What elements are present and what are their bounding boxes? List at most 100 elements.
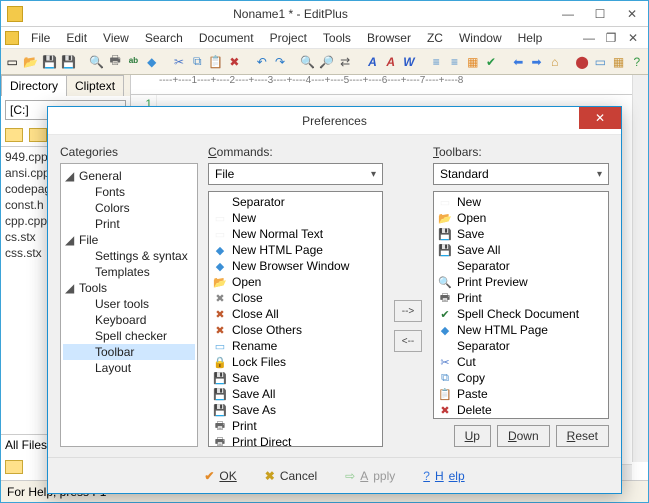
browser-home-icon[interactable]: ⌂ <box>548 53 562 70</box>
undo-icon[interactable]: ↶ <box>255 53 269 70</box>
new-icon[interactable]: ▭ <box>5 53 19 70</box>
tree-item-toolbar[interactable]: Toolbar <box>63 344 195 360</box>
list-item[interactable]: ◆New HTML Page <box>209 242 382 258</box>
mdi-restore-button[interactable]: ❐ <box>600 29 622 47</box>
tab-directory[interactable]: Directory <box>1 75 67 96</box>
ok-button[interactable]: ✔OK <box>204 469 236 483</box>
tree-item-user-tools[interactable]: User tools <box>63 296 195 312</box>
paste-icon[interactable]: 📋 <box>208 53 223 70</box>
indent-icon[interactable]: ≡ <box>429 53 443 70</box>
menu-document[interactable]: Document <box>191 29 262 47</box>
wordwrap-icon[interactable]: W <box>402 53 416 70</box>
tree-item-layout[interactable]: Layout <box>63 360 195 376</box>
up-button[interactable]: Up <box>454 425 491 447</box>
print-icon[interactable]: 🖶 <box>108 53 122 70</box>
list-item[interactable]: 💾Save All <box>209 386 382 402</box>
tree-item-general[interactable]: ◢General <box>63 168 195 184</box>
print-preview-icon[interactable]: 🔍 <box>89 53 104 70</box>
tool4-icon[interactable]: ? <box>630 53 644 70</box>
list-item[interactable]: ◆New HTML Page <box>434 322 608 338</box>
apply-button[interactable]: ⇨Apply <box>345 469 395 483</box>
list-item[interactable]: Separator <box>209 194 382 210</box>
tree-item-print[interactable]: Print <box>63 216 195 232</box>
spellcheck-icon[interactable]: ᵃᵇ <box>126 53 140 70</box>
replace-icon[interactable]: ⇄ <box>338 53 352 70</box>
mdi-close-button[interactable]: ✕ <box>622 29 644 47</box>
tree-item-templates[interactable]: Templates <box>63 264 195 280</box>
cut-icon[interactable]: ✂ <box>172 53 186 70</box>
list-item[interactable]: 💾Save <box>434 226 608 242</box>
commands-list[interactable]: Separator▭New▭New Normal Text◆New HTML P… <box>208 191 383 447</box>
mdi-minimize-button[interactable]: — <box>578 29 600 47</box>
menu-window[interactable]: Window <box>451 29 510 47</box>
menu-help[interactable]: Help <box>510 29 551 47</box>
minimize-button[interactable]: — <box>552 3 584 25</box>
redo-icon[interactable]: ↷ <box>273 53 287 70</box>
tree-item-spell-checker[interactable]: Spell checker <box>63 328 195 344</box>
font-red-icon[interactable]: A <box>384 53 398 70</box>
remove-button[interactable]: <-- <box>394 330 422 352</box>
tree-item-settings-syntax[interactable]: Settings & syntax <box>63 248 195 264</box>
toolbars-combo[interactable]: Standard ▾ <box>433 163 609 185</box>
window-close-button[interactable]: ✕ <box>616 3 648 25</box>
vertical-scrollbar[interactable] <box>632 75 648 462</box>
list-item[interactable]: ⧉Copy <box>434 370 608 386</box>
outdent-icon[interactable]: ≡ <box>447 53 461 70</box>
tree-item-tools[interactable]: ◢Tools <box>63 280 195 296</box>
list-item[interactable]: 🖶Print <box>434 290 608 306</box>
save-icon[interactable]: 💾 <box>42 53 57 70</box>
down-button[interactable]: Down <box>497 425 550 447</box>
check-icon[interactable]: ✔ <box>484 53 498 70</box>
list-item[interactable]: ◆New Browser Window <box>209 258 382 274</box>
list-item[interactable]: ✔Spell Check Document <box>434 306 608 322</box>
delete-icon[interactable]: ✖ <box>227 53 241 70</box>
list-item[interactable]: ▭New Normal Text <box>209 226 382 242</box>
commands-combo[interactable]: File ▾ <box>208 163 383 185</box>
browser-fwd-icon[interactable]: ➡ <box>529 53 543 70</box>
help-button[interactable]: ?Help <box>423 469 464 483</box>
dialog-close-button[interactable]: ✕ <box>579 107 621 129</box>
open-icon[interactable]: 📂 <box>23 53 38 70</box>
maximize-button[interactable]: ☐ <box>584 3 616 25</box>
find-next-icon[interactable]: 🔎 <box>319 53 334 70</box>
menu-tools[interactable]: Tools <box>315 29 359 47</box>
menu-edit[interactable]: Edit <box>58 29 95 47</box>
reset-button[interactable]: Reset <box>556 425 609 447</box>
list-item[interactable]: ✖Close Others <box>209 322 382 338</box>
list-item[interactable]: 🖶Print Direct <box>209 434 382 447</box>
list-item[interactable]: 💾Save As <box>209 402 382 418</box>
list-item[interactable]: 🔍Print Preview <box>434 274 608 290</box>
tool2-icon[interactable]: ▭ <box>593 53 607 70</box>
list-item[interactable]: ▭New <box>434 194 608 210</box>
menu-zc[interactable]: ZC <box>419 29 451 47</box>
list-item[interactable]: 💾Save <box>209 370 382 386</box>
browser-back-icon[interactable]: ⬅ <box>511 53 525 70</box>
list-item[interactable]: 💾Save All <box>434 242 608 258</box>
list-item[interactable]: 📋Paste <box>434 386 608 402</box>
categories-tree[interactable]: ◢GeneralFontsColorsPrint◢FileSettings & … <box>60 163 198 447</box>
menu-file[interactable]: File <box>23 29 58 47</box>
html-icon[interactable]: ◆ <box>145 53 159 70</box>
list-item[interactable]: ✖Close All <box>209 306 382 322</box>
toolbars-list[interactable]: ▭New📂Open💾Save💾Save AllSeparator🔍Print P… <box>433 191 609 419</box>
list-item[interactable]: Separator <box>434 258 608 274</box>
list-item[interactable]: ✂Cut <box>434 354 608 370</box>
font-blue-icon[interactable]: A <box>365 53 379 70</box>
list-item[interactable]: 📂Open <box>434 210 608 226</box>
list-item[interactable]: 🖶Print <box>209 418 382 434</box>
find-icon[interactable]: 🔍 <box>300 53 315 70</box>
list-item[interactable]: Separator <box>434 418 608 419</box>
menu-search[interactable]: Search <box>137 29 191 47</box>
tree-item-colors[interactable]: Colors <box>63 200 195 216</box>
list-item[interactable]: Separator <box>434 338 608 354</box>
save-all-icon[interactable]: 💾 <box>61 53 76 70</box>
menu-browser[interactable]: Browser <box>359 29 419 47</box>
add-button[interactable]: --> <box>394 300 422 322</box>
tree-item-file[interactable]: ◢File <box>63 232 195 248</box>
menu-view[interactable]: View <box>95 29 137 47</box>
list-item[interactable]: ▭New <box>209 210 382 226</box>
cancel-button[interactable]: ✖Cancel <box>265 469 317 483</box>
list-item[interactable]: 📂Open <box>209 274 382 290</box>
menu-project[interactable]: Project <box>262 29 315 47</box>
list-item[interactable]: ▭Rename <box>209 338 382 354</box>
